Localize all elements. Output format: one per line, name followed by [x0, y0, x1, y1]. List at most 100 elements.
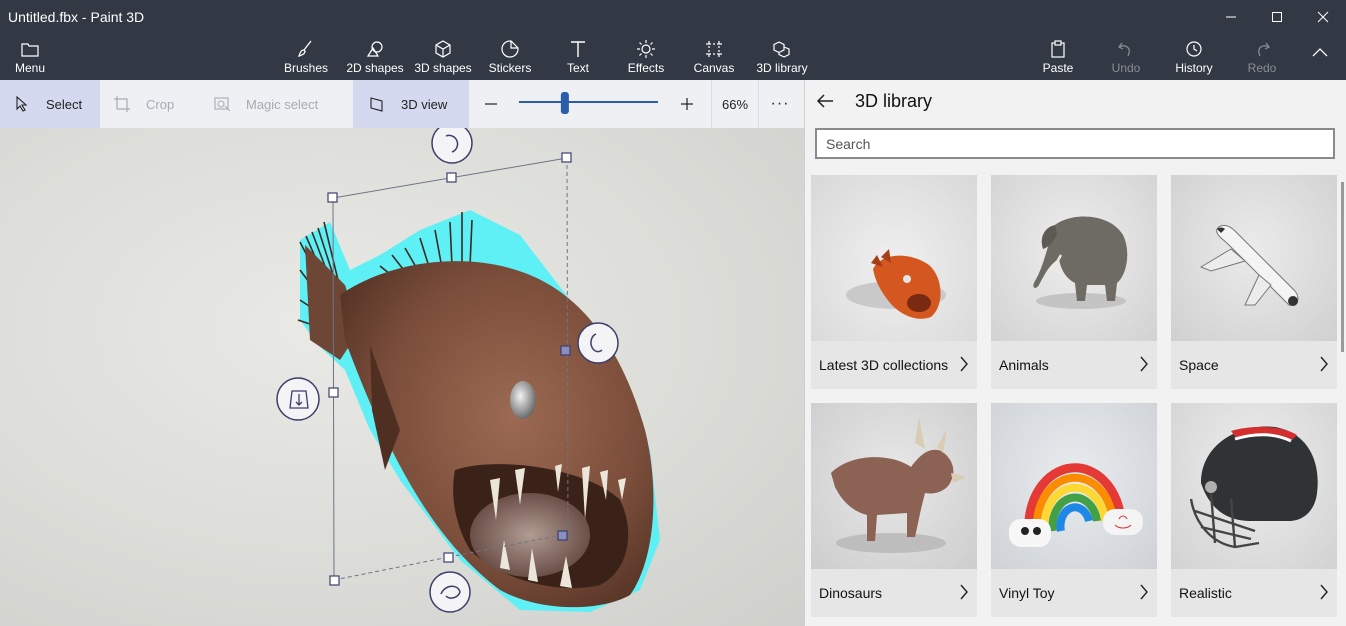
- selection-handle[interactable]: [560, 345, 571, 356]
- redo-icon: [1258, 42, 1270, 57]
- 3d-library-label: 3D library: [756, 61, 808, 75]
- effects-button[interactable]: Effects: [624, 33, 668, 80]
- select-label: Select: [46, 96, 83, 112]
- magic-select-label: Magic select: [246, 96, 319, 112]
- search-input[interactable]: [815, 128, 1335, 159]
- zoom-slider[interactable]: [518, 80, 660, 128]
- chevron-right-icon: [1320, 584, 1328, 600]
- card-label: Space: [1179, 357, 1219, 373]
- text-button[interactable]: Text: [560, 33, 596, 80]
- rotate-y-handle[interactable]: [577, 322, 619, 364]
- menu-label: Menu: [14, 61, 46, 75]
- z-position-handle[interactable]: [276, 377, 320, 421]
- rotate-z-handle[interactable]: [429, 571, 471, 613]
- minus-icon: [485, 103, 497, 105]
- canvas-area[interactable]: [0, 128, 804, 626]
- close-icon: [1317, 11, 1329, 22]
- card-label: Vinyl Toy: [999, 585, 1055, 601]
- selection-handle[interactable]: [328, 387, 339, 398]
- effects-label: Effects: [627, 61, 665, 75]
- sticker-icon: [501, 40, 519, 58]
- brush-icon: [297, 40, 312, 58]
- chevron-right-icon: [960, 356, 968, 372]
- back-arrow-icon: [816, 94, 833, 108]
- 3d-view-icon: [370, 97, 383, 112]
- ribbon: Menu Brushes 2D shapes 3D shapes Sticker…: [0, 33, 1346, 80]
- window-title: Untitled.fbx - Paint 3D: [8, 8, 145, 25]
- library-card[interactable]: Realistic: [1171, 403, 1337, 617]
- select-tool-button[interactable]: Select: [0, 80, 100, 128]
- panel-scrollbar[interactable]: [1341, 182, 1344, 352]
- selection-handle[interactable]: [329, 575, 340, 586]
- chevron-right-icon: [1140, 356, 1148, 372]
- brushes-label: Brushes: [283, 61, 329, 75]
- plus-icon: [681, 98, 693, 110]
- rotate-x-handle[interactable]: [431, 128, 473, 164]
- collapse-ribbon-button[interactable]: [1304, 33, 1336, 80]
- elephant-model-icon: [1033, 216, 1128, 309]
- zoom-out-button[interactable]: [478, 80, 504, 128]
- paste-button[interactable]: Paste: [1040, 33, 1076, 80]
- crop-tool-button[interactable]: Crop: [112, 80, 202, 128]
- library-card[interactable]: Space: [1171, 175, 1337, 389]
- card-label: Animals: [999, 357, 1049, 373]
- brushes-button[interactable]: Brushes: [280, 33, 332, 80]
- card-label: Dinosaurs: [819, 585, 883, 601]
- magic-select-button[interactable]: Magic select: [212, 80, 342, 128]
- canvas-button[interactable]: Canvas: [692, 33, 736, 80]
- 3d-view-toggle[interactable]: 3D view: [353, 80, 469, 128]
- 2d-shapes-label: 2D shapes: [346, 61, 404, 75]
- chevron-right-icon: [1140, 584, 1148, 600]
- menu-button[interactable]: Menu: [10, 33, 50, 80]
- anglerfish-model[interactable]: [297, 210, 660, 612]
- stickers-button[interactable]: Stickers: [486, 33, 534, 80]
- 3d-shapes-label: 3D shapes: [414, 61, 472, 75]
- football-helmet-model-icon: [1189, 426, 1318, 549]
- stickers-label: Stickers: [488, 61, 532, 75]
- minimize-button[interactable]: [1208, 0, 1254, 33]
- selection-handle[interactable]: [446, 172, 457, 183]
- zoom-slider-thumb[interactable]: [560, 92, 569, 114]
- more-options-button[interactable]: ···: [762, 80, 798, 128]
- canvas-label: Canvas: [693, 61, 735, 75]
- text-icon: [571, 41, 585, 57]
- undo-label: Undo: [1111, 61, 1141, 75]
- history-icon: [1186, 41, 1202, 57]
- maximize-icon: [1272, 11, 1282, 22]
- cursor-arrow-icon: [16, 96, 28, 112]
- paste-label: Paste: [1042, 61, 1074, 75]
- 3d-library-icon: [773, 41, 790, 58]
- selection-handle[interactable]: [561, 152, 572, 163]
- redo-label: Redo: [1247, 61, 1277, 75]
- 2d-shapes-button[interactable]: 2D shapes: [344, 33, 406, 80]
- zoom-in-button[interactable]: [674, 80, 700, 128]
- library-card[interactable]: Latest 3D collections: [811, 175, 977, 389]
- card-label: Latest 3D collections: [819, 357, 949, 373]
- zoom-slider-track: [519, 92, 658, 114]
- card-label: Realistic: [1179, 585, 1232, 601]
- selection-handle[interactable]: [443, 552, 454, 563]
- 3d-cube-icon: [435, 40, 451, 58]
- selection-handle[interactable]: [327, 192, 338, 203]
- library-card[interactable]: Dinosaurs: [811, 403, 977, 617]
- undo-button[interactable]: Undo: [1108, 33, 1144, 80]
- close-button[interactable]: [1300, 0, 1346, 33]
- 3d-shapes-button[interactable]: 3D shapes: [412, 33, 474, 80]
- 3d-library-button[interactable]: 3D library: [754, 33, 810, 80]
- tool-options-bar: Select Crop Magic select 3D view 66% ···: [0, 80, 804, 128]
- 3d-library-panel: 3D library Latest 3D collections: [804, 80, 1346, 626]
- library-card[interactable]: Vinyl Toy: [991, 403, 1157, 617]
- maximize-button[interactable]: [1254, 0, 1300, 33]
- chevron-up-icon: [1312, 48, 1328, 57]
- library-card[interactable]: Animals: [991, 175, 1157, 389]
- minimize-icon: [1226, 16, 1236, 17]
- crop-label: Crop: [146, 96, 175, 112]
- zoom-percentage[interactable]: 66%: [711, 80, 759, 128]
- history-button[interactable]: History: [1172, 33, 1216, 80]
- crop-icon: [114, 96, 130, 112]
- back-button[interactable]: [805, 80, 845, 122]
- selection-handle[interactable]: [557, 530, 568, 541]
- magic-select-icon: [214, 97, 231, 112]
- history-label: History: [1175, 61, 1213, 75]
- redo-button[interactable]: Redo: [1244, 33, 1280, 80]
